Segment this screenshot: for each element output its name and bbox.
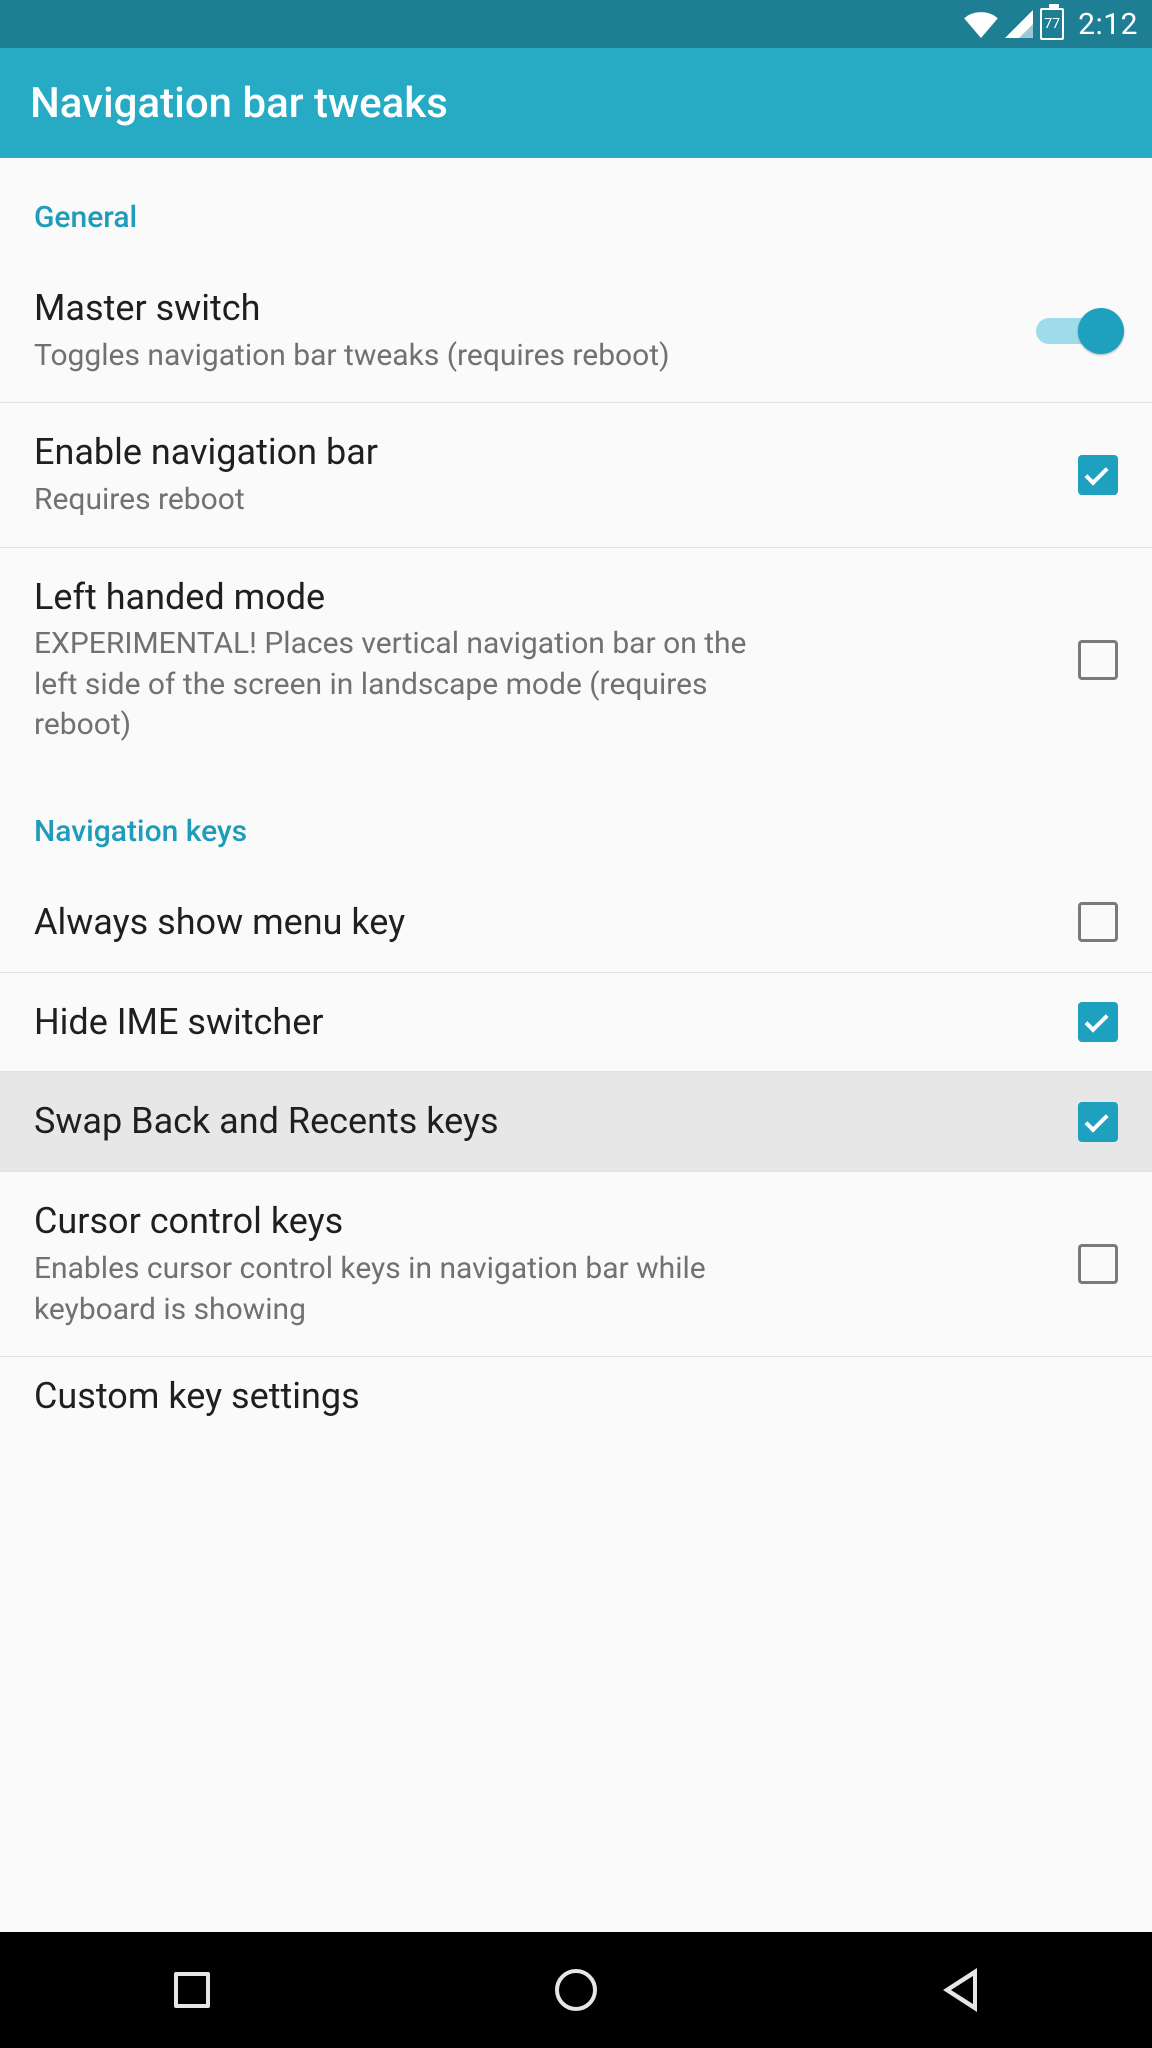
app-bar: Navigation bar tweaks — [0, 48, 1152, 158]
checkbox-left-handed[interactable] — [1078, 640, 1118, 680]
checkbox-cursor-control[interactable] — [1078, 1244, 1118, 1284]
screen: 77 2:12 Navigation bar tweaks General Ma… — [0, 0, 1152, 2048]
section-header-navkeys: Navigation keys — [0, 772, 1152, 873]
row-title: Swap Back and Recents keys — [34, 1098, 1050, 1145]
checkbox-swap-back-recents[interactable] — [1078, 1102, 1118, 1142]
row-always-menu[interactable]: Always show menu key — [0, 873, 1152, 973]
control — [1078, 455, 1118, 495]
system-nav-bar — [0, 1932, 1152, 2048]
circle-icon — [555, 1969, 597, 2011]
toggle-master-switch[interactable] — [1036, 308, 1118, 354]
row-left-handed[interactable]: Left handed mode EXPERIMENTAL! Places ve… — [0, 548, 1152, 772]
checkbox-always-menu[interactable] — [1078, 902, 1118, 942]
row-master-switch[interactable]: Master switch Toggles navigation bar twe… — [0, 259, 1152, 403]
row-text: Master switch Toggles navigation bar twe… — [34, 285, 1036, 376]
row-swap-back-recents[interactable]: Swap Back and Recents keys — [0, 1072, 1152, 1172]
row-title: Hide IME switcher — [34, 999, 1050, 1046]
control — [1078, 1244, 1118, 1284]
battery-percent: 77 — [1044, 17, 1060, 31]
nav-home-button[interactable] — [516, 1950, 636, 2030]
row-text: Enable navigation bar Requires reboot — [34, 429, 1078, 520]
status-bar: 77 2:12 — [0, 0, 1152, 48]
row-subtitle: EXPERIMENTAL! Places vertical navigation… — [34, 624, 764, 746]
row-title: Cursor control keys — [34, 1198, 1050, 1245]
status-icons: 77 — [964, 8, 1064, 40]
square-icon — [174, 1972, 210, 2008]
row-cursor-control[interactable]: Cursor control keys Enables cursor contr… — [0, 1172, 1152, 1357]
row-custom-key-settings-partial[interactable]: Custom key settings — [0, 1357, 1152, 1417]
checkbox-hide-ime[interactable] — [1078, 1002, 1118, 1042]
row-text: Hide IME switcher — [34, 999, 1078, 1046]
page-title: Navigation bar tweaks — [30, 79, 448, 128]
nav-recent-button[interactable] — [132, 1950, 252, 2030]
row-enable-navbar[interactable]: Enable navigation bar Requires reboot — [0, 403, 1152, 547]
control — [1036, 308, 1118, 354]
section-header-general: General — [0, 158, 1152, 259]
control — [1078, 902, 1118, 942]
status-time: 2:12 — [1078, 7, 1138, 42]
row-title: Left handed mode — [34, 574, 1050, 621]
nav-back-button[interactable] — [900, 1950, 1020, 2030]
row-title: Master switch — [34, 285, 1008, 332]
row-text: Always show menu key — [34, 899, 1078, 946]
row-subtitle: Enables cursor control keys in navigatio… — [34, 1249, 764, 1330]
cell-signal-icon — [1004, 10, 1034, 38]
checkbox-enable-navbar[interactable] — [1078, 455, 1118, 495]
wifi-icon — [964, 10, 998, 38]
triangle-icon — [943, 1968, 977, 2012]
row-hide-ime[interactable]: Hide IME switcher — [0, 973, 1152, 1073]
control — [1078, 640, 1118, 680]
row-subtitle: Requires reboot — [34, 480, 764, 521]
row-text: Left handed mode EXPERIMENTAL! Places ve… — [34, 574, 1078, 746]
settings-content[interactable]: General Master switch Toggles navigation… — [0, 158, 1152, 1932]
control — [1078, 1002, 1118, 1042]
row-text: Cursor control keys Enables cursor contr… — [34, 1198, 1078, 1330]
control — [1078, 1102, 1118, 1142]
row-subtitle: Toggles navigation bar tweaks (requires … — [34, 336, 764, 377]
row-text: Swap Back and Recents keys — [34, 1098, 1078, 1145]
row-title: Enable navigation bar — [34, 429, 1050, 476]
row-title: Always show menu key — [34, 899, 1050, 946]
battery-icon: 77 — [1040, 8, 1064, 40]
